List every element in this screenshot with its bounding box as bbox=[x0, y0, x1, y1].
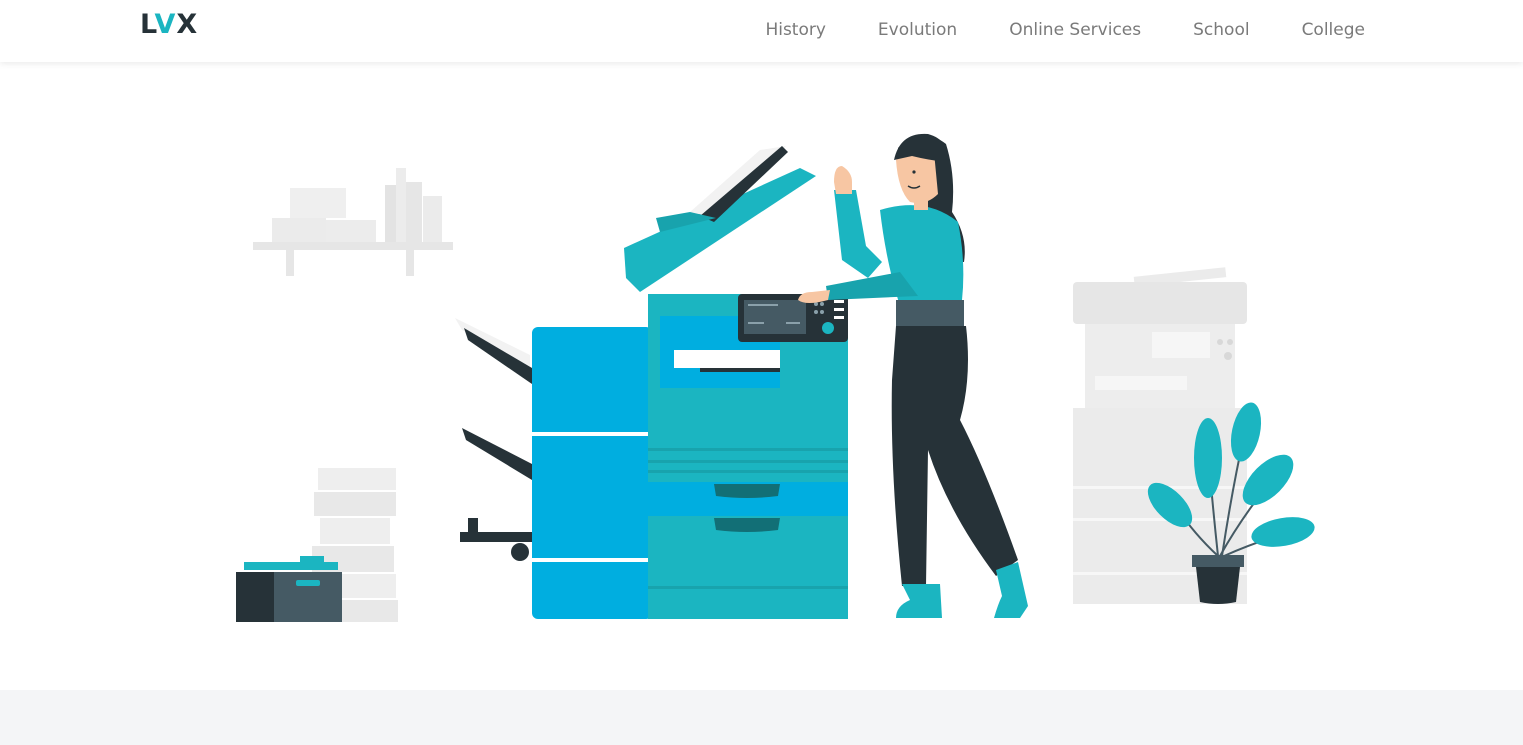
nav-item-school: School bbox=[1193, 20, 1249, 40]
brand-logo[interactable]: LVX bbox=[140, 9, 198, 40]
main-copier bbox=[455, 146, 848, 619]
top-navbar: LVX History Evolution Online Services Sc… bbox=[0, 0, 1523, 62]
file-box bbox=[236, 556, 342, 622]
nav-link-evolution[interactable]: Evolution bbox=[878, 20, 957, 40]
footer-band bbox=[0, 690, 1523, 745]
nav-item-evolution: Evolution bbox=[878, 20, 957, 40]
nav-item-college: College bbox=[1302, 20, 1365, 40]
nav-item-history: History bbox=[765, 20, 825, 40]
nav-item-online-services: Online Services bbox=[1009, 20, 1141, 40]
nav-menu: History Evolution Online Services School… bbox=[765, 20, 1365, 40]
logo-letter-l: L bbox=[140, 9, 155, 40]
logo-letter-x: X bbox=[176, 9, 199, 40]
hero-section bbox=[0, 62, 1523, 690]
nav-link-school[interactable]: School bbox=[1193, 20, 1249, 40]
nav-link-online-services[interactable]: Online Services bbox=[1009, 20, 1141, 40]
logo-letter-v: V bbox=[154, 9, 177, 40]
hero-illustration bbox=[236, 133, 1315, 622]
wall-shelf bbox=[253, 168, 453, 276]
nav-link-history[interactable]: History bbox=[765, 20, 825, 40]
nav-link-college[interactable]: College bbox=[1302, 20, 1365, 40]
